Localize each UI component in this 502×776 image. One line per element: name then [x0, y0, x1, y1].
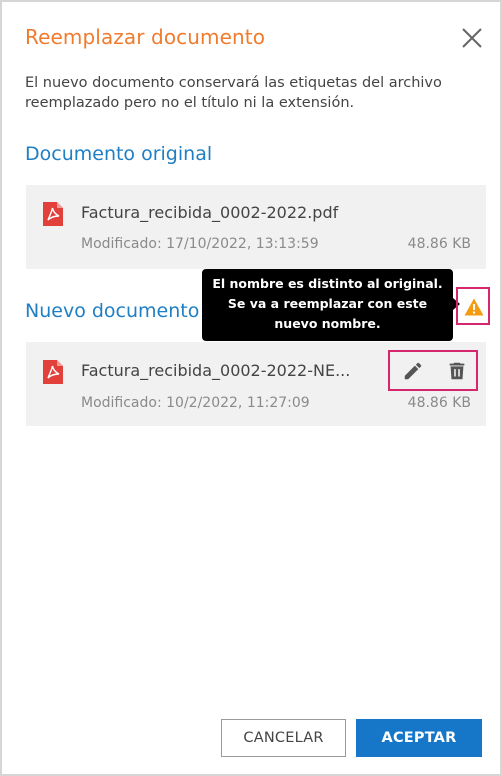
new-file-name: Factura_recibida_0002-2022-NE...: [81, 361, 351, 380]
warning-icon[interactable]: [464, 298, 484, 316]
original-file-size: 48.86 KB: [407, 236, 471, 252]
close-icon[interactable]: [459, 25, 485, 51]
cancel-button[interactable]: CANCELAR: [221, 719, 346, 757]
new-document-heading: Nuevo documento: [25, 300, 200, 322]
original-file-modified: Modificado: 17/10/2022, 13:13:59: [81, 236, 319, 252]
original-document-heading: Documento original: [25, 143, 213, 165]
file-actions-highlight: [388, 350, 478, 391]
warning-highlight: [456, 287, 490, 325]
dialog-description: El nuevo documento conservará las etique…: [25, 75, 442, 111]
accept-button[interactable]: ACEPTAR: [356, 719, 482, 757]
dialog-title: Reemplazar documento: [25, 25, 266, 49]
name-mismatch-tooltip: El nombre es distinto al original. Se va…: [202, 269, 453, 341]
pdf-icon: [43, 360, 63, 384]
replace-document-dialog: Reemplazar documento El nuevo documento …: [0, 0, 502, 776]
pdf-icon: [43, 202, 63, 226]
trash-icon[interactable]: [446, 360, 468, 382]
new-file-size: 48.86 KB: [407, 395, 471, 411]
new-file-modified: Modificado: 10/2/2022, 11:27:09: [81, 395, 310, 411]
original-file-name: Factura_recibida_0002-2022.pdf: [81, 203, 339, 222]
pencil-icon[interactable]: [402, 360, 424, 382]
original-document-card: Factura_recibida_0002-2022.pdf Modificad…: [26, 185, 486, 269]
